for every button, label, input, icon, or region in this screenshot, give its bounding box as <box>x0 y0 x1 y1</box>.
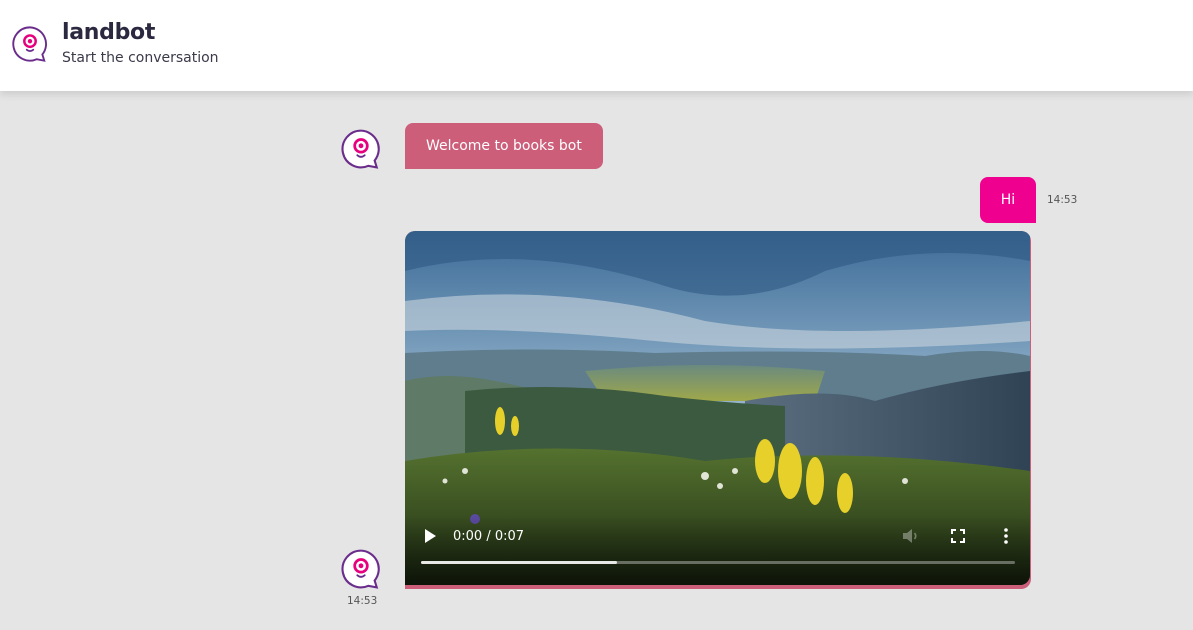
play-icon[interactable] <box>423 528 437 544</box>
more-vert-icon[interactable] <box>1003 528 1009 544</box>
video-controls <box>405 515 1030 585</box>
video-time-display: 0:00 / 0:07 <box>453 529 525 544</box>
landbot-chat-icon <box>341 129 380 169</box>
video-player[interactable]: 0:00 / 0:07 <box>405 231 1030 585</box>
video-progress-bar[interactable] <box>421 561 1015 564</box>
bot-avatar <box>340 128 382 170</box>
bot-message-time: 14:53 <box>347 595 378 607</box>
bot-message-text: Welcome to books bot <box>426 138 582 154</box>
fullscreen-icon[interactable] <box>951 529 965 543</box>
user-message-bubble: Hi <box>980 177 1036 223</box>
chat-header: landbot Start the conversation <box>0 0 1193 91</box>
user-message-time: 14:53 <box>1047 194 1078 206</box>
bot-message-bubble: Welcome to books bot <box>405 123 603 169</box>
volume-icon[interactable] <box>902 528 920 544</box>
video-progress-fill <box>421 561 618 564</box>
user-message-text: Hi <box>1000 192 1016 208</box>
bot-name: landbot <box>62 20 156 45</box>
landbot-logo-icon <box>12 26 47 62</box>
bot-video-bubble: 0:00 / 0:07 <box>405 231 1031 589</box>
bot-avatar <box>340 548 382 590</box>
header-subtitle: Start the conversation <box>62 50 219 66</box>
landbot-chat-icon <box>341 549 380 589</box>
